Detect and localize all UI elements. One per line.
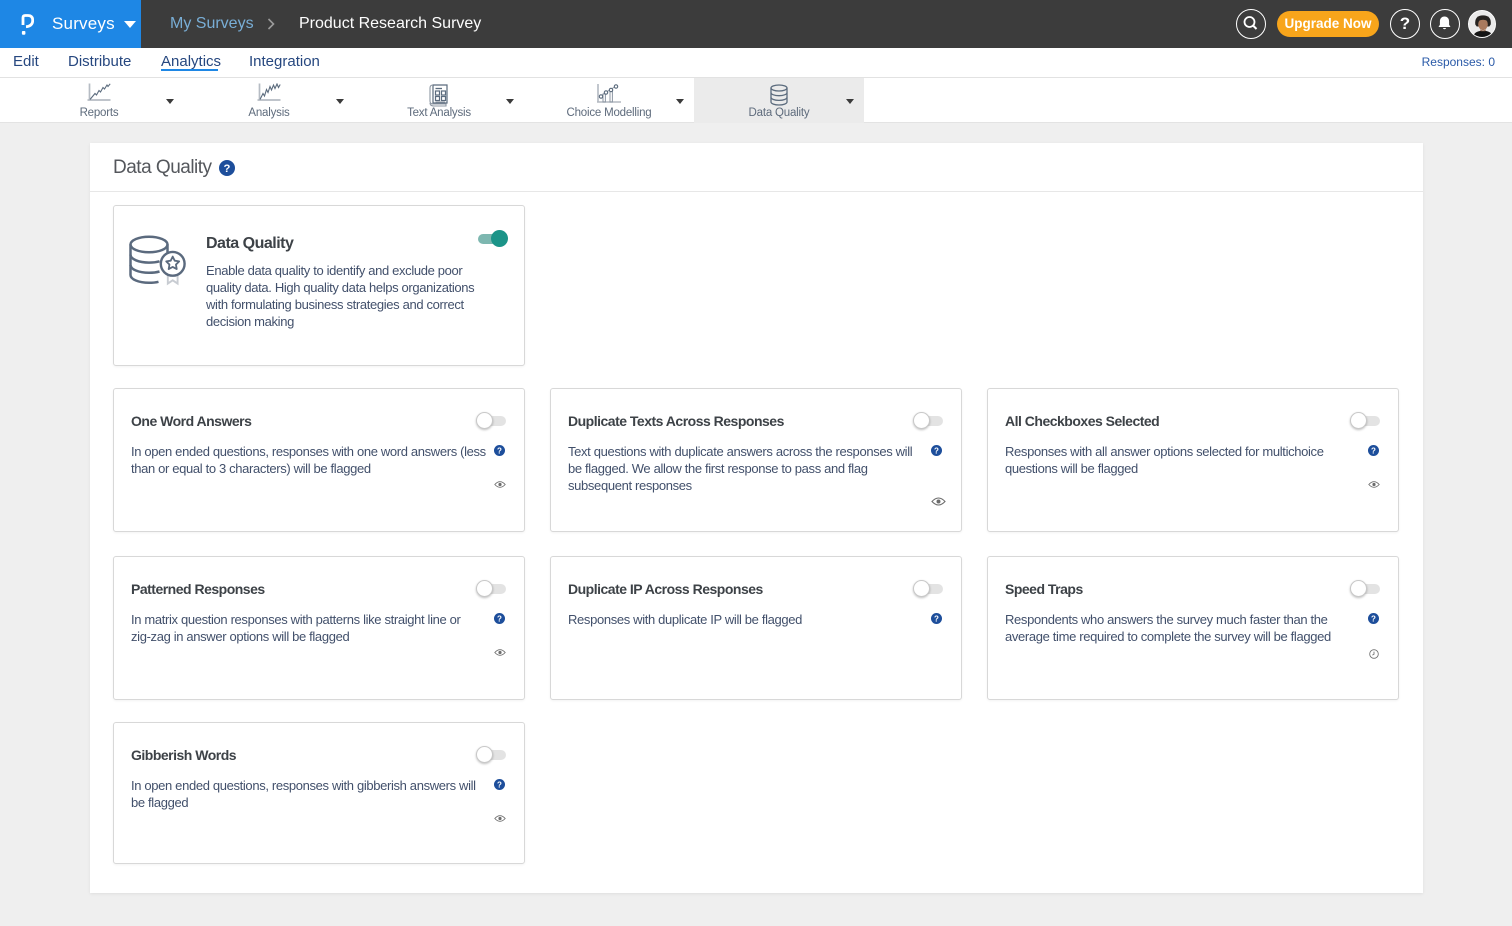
svg-text:?: ? [224,163,231,175]
svg-text:?: ? [497,614,502,623]
svg-text:?: ? [934,446,939,455]
svg-text:?: ? [934,614,939,623]
svg-text:?: ? [497,446,502,455]
svg-text:?: ? [1371,614,1376,623]
svg-text:?: ? [1371,446,1376,455]
svg-text:?: ? [497,780,502,789]
